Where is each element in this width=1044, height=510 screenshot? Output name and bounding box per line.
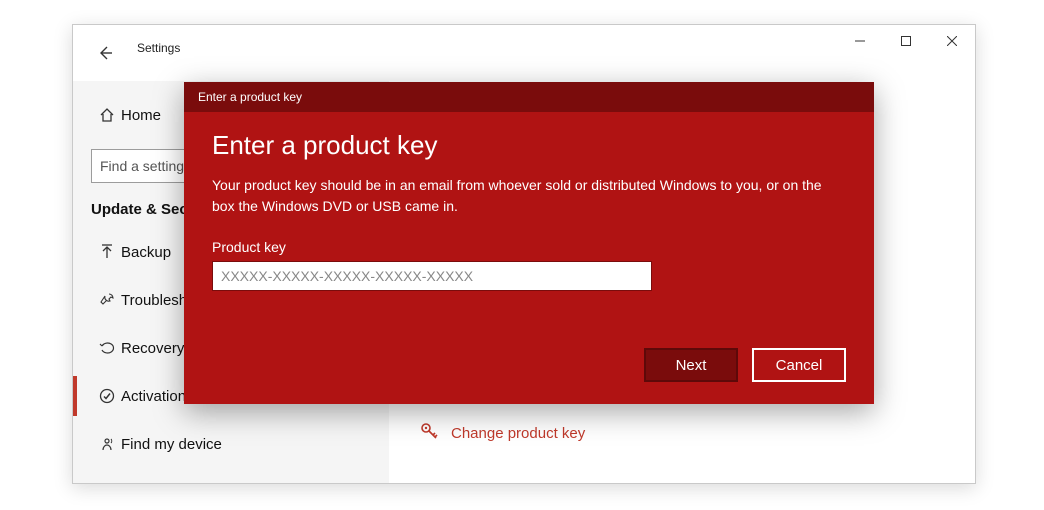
window-titlebar xyxy=(73,25,975,57)
sidebar-item-label: Recovery xyxy=(121,340,184,357)
dialog-titlebar-text: Enter a product key xyxy=(198,90,302,104)
next-button-label: Next xyxy=(676,357,707,374)
product-key-field-label: Product key xyxy=(212,239,846,255)
dialog-titlebar: Enter a product key xyxy=(184,82,874,112)
window-title: Settings xyxy=(137,41,180,55)
sidebar-item-label: Find my device xyxy=(121,436,222,453)
next-button[interactable]: Next xyxy=(644,348,738,382)
sidebar-item-find-my-device[interactable]: Find my device xyxy=(73,420,389,468)
window-minimize-button[interactable] xyxy=(837,25,883,57)
sidebar-home-label: Home xyxy=(121,107,161,124)
dialog-heading: Enter a product key xyxy=(212,130,846,161)
window-close-button[interactable] xyxy=(929,25,975,57)
home-icon xyxy=(93,107,121,123)
activation-icon xyxy=(93,388,121,404)
search-placeholder: Find a setting xyxy=(100,158,184,174)
key-icon xyxy=(419,421,439,445)
cancel-button-label: Cancel xyxy=(776,357,823,374)
sidebar-item-label: Backup xyxy=(121,244,171,261)
cancel-button[interactable]: Cancel xyxy=(752,348,846,382)
change-product-key-label: Change product key xyxy=(451,425,585,442)
product-key-dialog: Enter a product key Enter a product key … xyxy=(184,82,874,404)
back-button[interactable] xyxy=(95,43,115,63)
window-maximize-button[interactable] xyxy=(883,25,929,57)
recovery-icon xyxy=(93,340,121,356)
sidebar-item-label: Activation xyxy=(121,388,186,405)
find-device-icon xyxy=(93,436,121,452)
wrench-icon xyxy=(93,292,121,308)
dialog-description: Your product key should be in an email f… xyxy=(212,175,832,217)
product-key-input[interactable] xyxy=(212,261,652,291)
change-product-key-link[interactable]: Change product key xyxy=(419,421,585,445)
backup-icon xyxy=(93,244,121,260)
